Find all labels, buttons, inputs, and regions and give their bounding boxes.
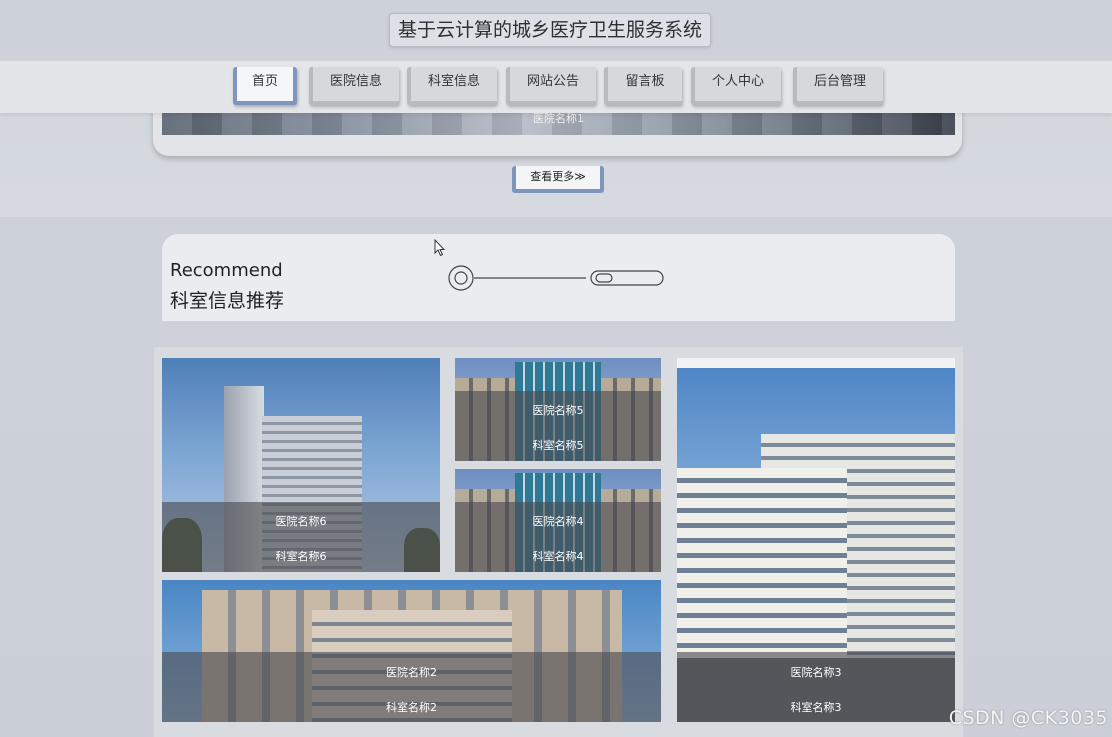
card-hospital-name: 医院名称5 bbox=[532, 404, 584, 417]
card-hospital-name: 医院名称2 bbox=[386, 666, 437, 679]
recommend-card[interactable]: 医院名称4 科室名称4 bbox=[455, 469, 661, 572]
card-department-name: 科室名称2 bbox=[386, 701, 437, 714]
nav-item-announcements[interactable]: 网站公告 bbox=[506, 67, 596, 105]
nav-item-message-board[interactable]: 留言板 bbox=[604, 67, 682, 105]
card-department-name: 科室名称3 bbox=[790, 701, 842, 714]
nav-item-department-info[interactable]: 科室信息 bbox=[407, 67, 497, 105]
nav-item-home[interactable]: 首页 bbox=[233, 67, 297, 105]
watermark-text: CSDN @CK3035 bbox=[948, 707, 1108, 729]
recommend-header: Recommend 科室信息推荐 bbox=[162, 234, 955, 321]
nav-item-admin[interactable]: 后台管理 bbox=[793, 67, 883, 105]
recommend-title-en: Recommend bbox=[170, 260, 283, 281]
mouse-cursor-icon bbox=[434, 239, 446, 257]
recommend-card[interactable]: 医院名称2 科室名称2 bbox=[162, 580, 661, 722]
header-bar: 基于云计算的城乡医疗卫生服务系统 bbox=[0, 0, 1112, 60]
card-hospital-name: 医院名称6 bbox=[275, 515, 327, 528]
nav-item-hospital-info[interactable]: 医院信息 bbox=[309, 67, 399, 105]
recommend-title-zh: 科室信息推荐 bbox=[170, 290, 285, 312]
recommend-card[interactable]: 医院名称3 科室名称3 bbox=[677, 358, 955, 722]
card-department-name: 科室名称4 bbox=[532, 550, 584, 563]
decorative-divider bbox=[448, 265, 664, 291]
card-hospital-name: 医院名称3 bbox=[790, 666, 842, 679]
card-department-name: 科室名称5 bbox=[532, 439, 584, 452]
main-nav: 首页 医院信息 科室信息 网站公告 留言板 个人中心 后台管理 bbox=[0, 60, 1112, 113]
card-hospital-name: 医院名称4 bbox=[532, 515, 584, 528]
decorative-pill-icon bbox=[590, 270, 664, 286]
recommend-card[interactable]: 医院名称6 科室名称6 bbox=[162, 358, 440, 572]
recommend-card[interactable]: 医院名称5 科室名称5 bbox=[455, 358, 661, 461]
card-department-name: 科室名称6 bbox=[275, 550, 327, 563]
nav-item-personal-center[interactable]: 个人中心 bbox=[691, 67, 781, 105]
view-more-button[interactable]: 查看更多≫ bbox=[512, 166, 604, 193]
decorative-circle-icon bbox=[448, 265, 474, 291]
site-title: 基于云计算的城乡医疗卫生服务系统 bbox=[389, 13, 711, 47]
